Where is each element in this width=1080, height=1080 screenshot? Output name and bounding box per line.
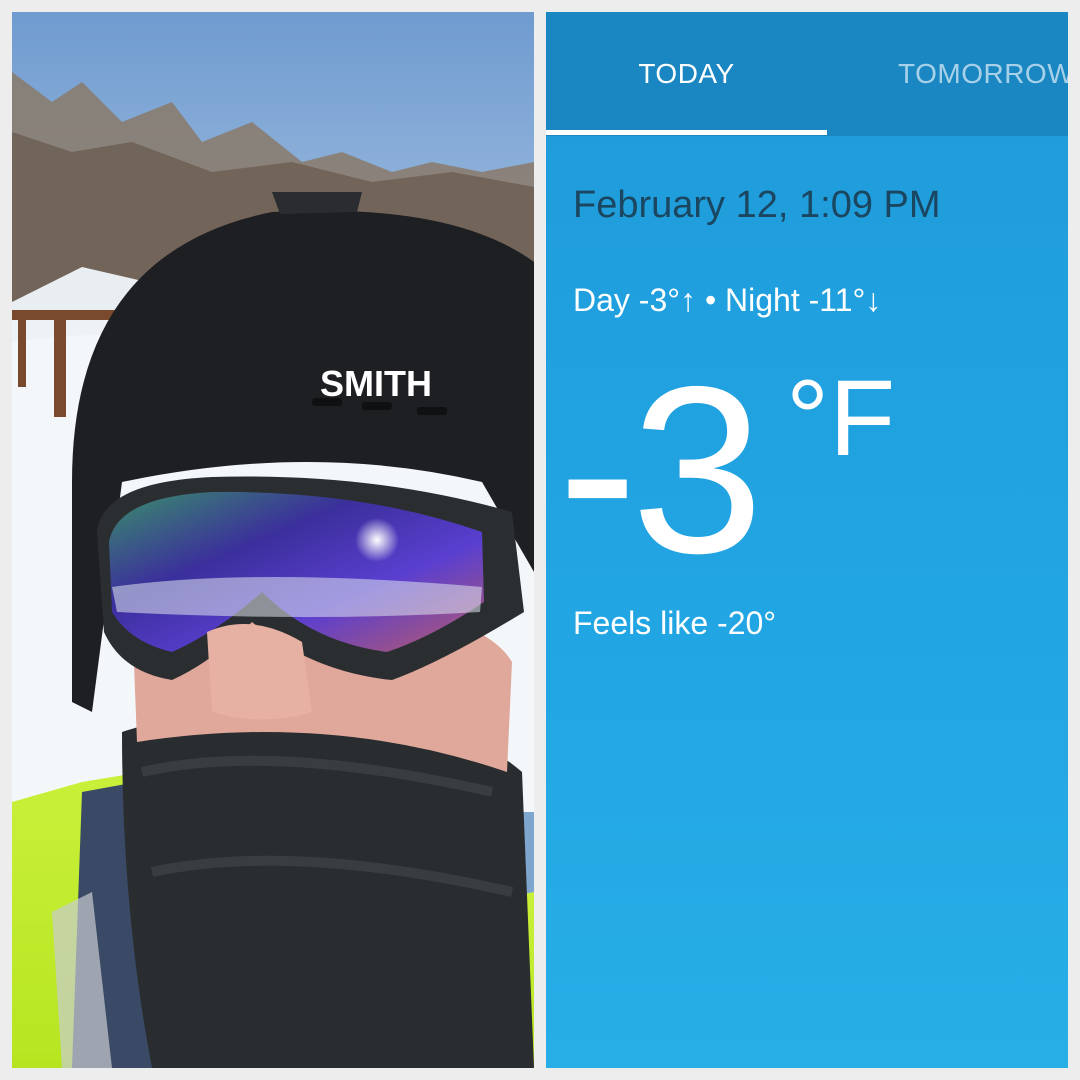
feels-like: Feels like -20° <box>573 605 777 641</box>
selfie-photo: SMITH <box>12 12 534 1068</box>
tab-bar: TODAY TOMORROW <box>546 12 1068 136</box>
date-time: February 12, 1:09 PM <box>573 184 941 226</box>
weather-panel: TODAY TOMORROW February 12, 1:09 PM Day … <box>546 12 1068 1068</box>
current-temperature: -3 °F <box>558 352 895 590</box>
selected-tab-indicator <box>546 130 827 135</box>
temperature-value: -3 <box>558 338 764 603</box>
photo-collage: SMITH TODAY TOMORROW February 12, 1:09 P… <box>0 0 1080 1080</box>
tab-tomorrow[interactable]: TOMORROW <box>898 12 1068 136</box>
tab-today[interactable]: TODAY <box>546 12 827 136</box>
helmet-brand-logo: SMITH <box>320 363 432 404</box>
temperature-unit: °F <box>786 357 896 478</box>
day-night-range: Day -3°↑ • Night -11°↓ <box>573 282 882 318</box>
